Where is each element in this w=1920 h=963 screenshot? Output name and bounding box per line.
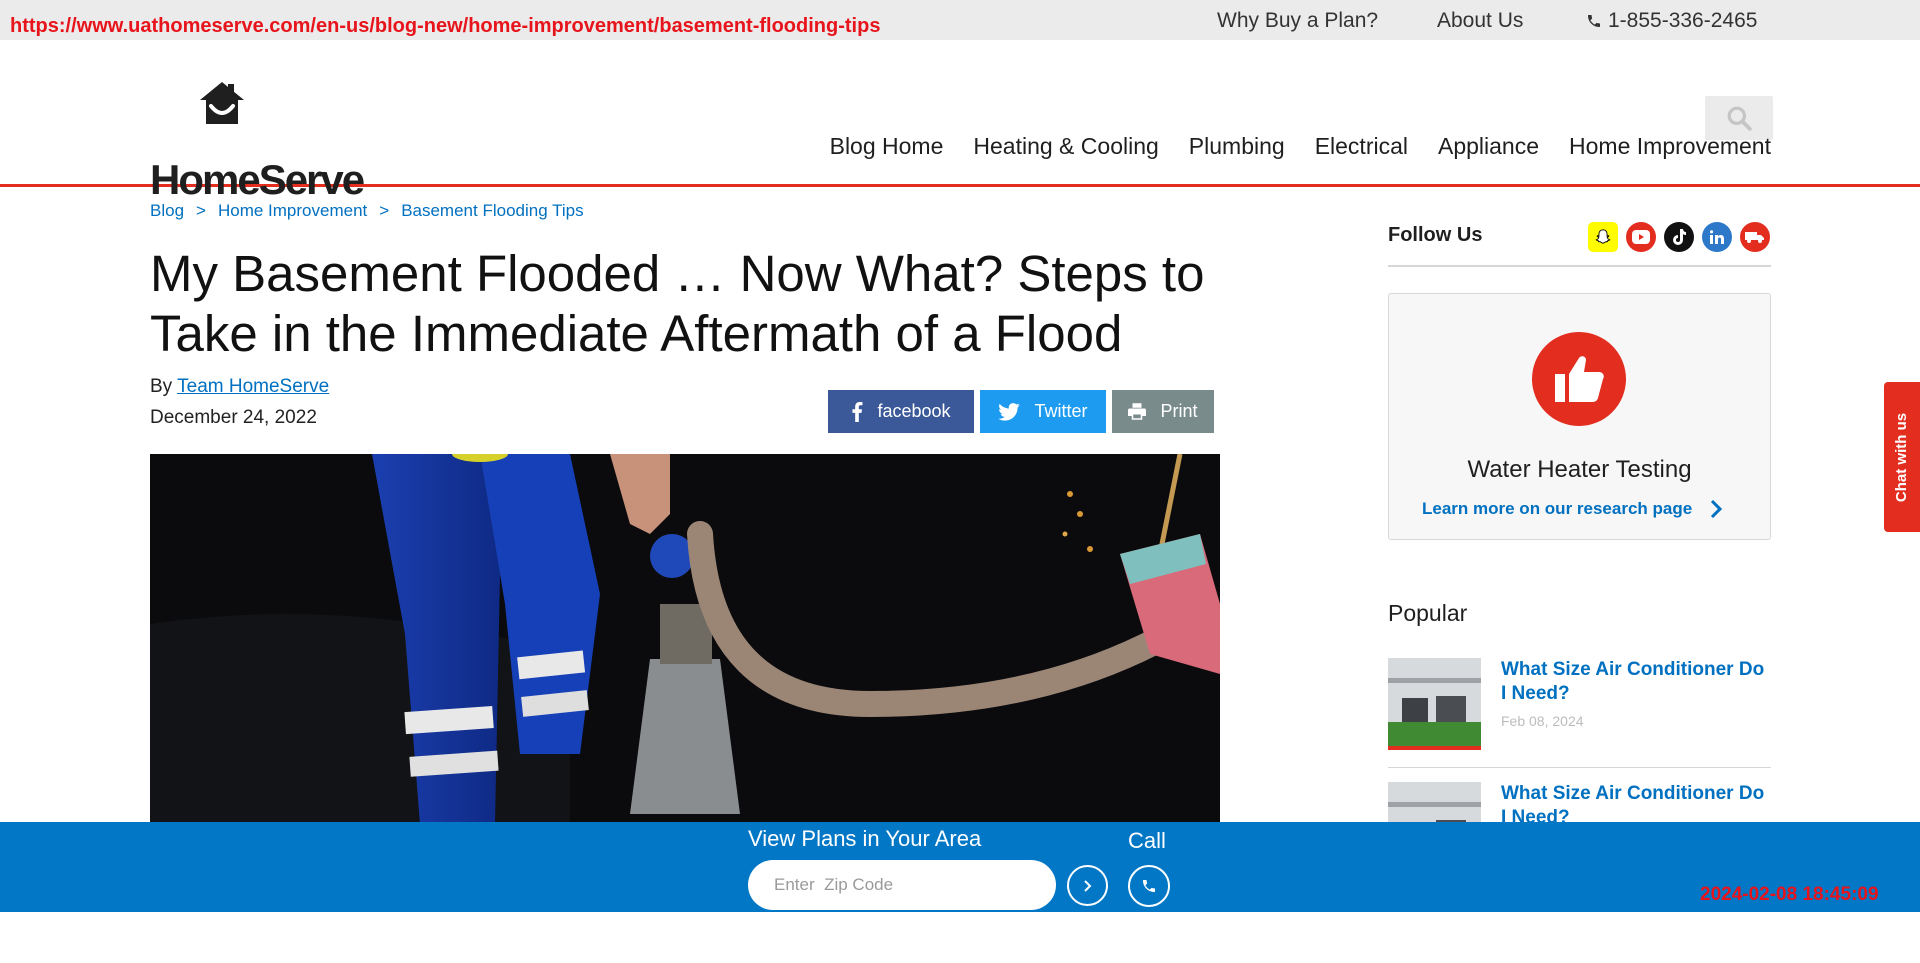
promo-card-water-heater[interactable]: Water Heater Testing Learn more on our r… xyxy=(1388,293,1771,540)
author-link[interactable]: Team HomeServe xyxy=(177,376,329,397)
twitter-icon xyxy=(998,402,1021,421)
twitter-share-button[interactable]: Twitter xyxy=(980,390,1106,433)
phone-icon xyxy=(1143,880,1155,892)
breadcrumb-separator: > xyxy=(379,201,390,220)
breadcrumb-home-improvement[interactable]: Home Improvement xyxy=(218,201,367,221)
call-button[interactable] xyxy=(1128,865,1170,907)
chat-with-us-tab[interactable]: Chat with us xyxy=(1884,382,1920,532)
article-title: My Basement Flooded … Now What? Steps to… xyxy=(150,245,1205,362)
tiktok-icon[interactable] xyxy=(1664,222,1694,252)
phone-number: 1-855-336-2465 xyxy=(1608,9,1758,32)
why-buy-link[interactable]: Why Buy a Plan? xyxy=(1217,9,1378,33)
nav-blog-home[interactable]: Blog Home xyxy=(830,133,944,160)
popular-item[interactable]: What Size Air Conditioner Do I Need? Feb… xyxy=(1388,658,1771,768)
nav-appliance[interactable]: Appliance xyxy=(1438,133,1539,160)
chevron-right-icon xyxy=(1710,499,1723,519)
research-page-link[interactable]: Learn more on our research page xyxy=(1422,499,1692,519)
zip-code-input[interactable] xyxy=(748,860,1056,910)
popular-heading: Popular xyxy=(1388,600,1468,626)
follow-us-bar: Follow Us xyxy=(1388,222,1771,267)
logo-text: HomeServe xyxy=(150,156,365,203)
popular-item-title: What Size Air Conditioner Do I Need? xyxy=(1501,659,1765,704)
utility-bar: https://www.uathomeserve.com/en-us/blog-… xyxy=(0,0,1920,40)
house-logo-icon xyxy=(200,82,244,124)
chevron-right-icon xyxy=(1083,879,1091,892)
popular-item[interactable]: What Size Air Conditioner Do I Need? xyxy=(1388,782,1771,822)
follow-us-label: Follow Us xyxy=(1388,224,1483,246)
facebook-label: facebook xyxy=(877,401,951,421)
nav-electrical[interactable]: Electrical xyxy=(1315,133,1408,160)
byline-prefix: By xyxy=(150,376,173,397)
popular-item-title: What Size Air Conditioner Do I Need? xyxy=(1501,783,1765,822)
byline: By Team HomeServe xyxy=(150,376,329,398)
youtube-icon[interactable] xyxy=(1626,222,1656,252)
phone-link[interactable]: 1-855-336-2465 xyxy=(1586,9,1757,33)
about-us-link[interactable]: About Us xyxy=(1437,9,1523,33)
nav-heating-cooling[interactable]: Heating & Cooling xyxy=(973,133,1158,160)
zip-submit-button[interactable] xyxy=(1067,865,1108,906)
article-date: December 24, 2022 xyxy=(150,407,317,428)
nav-home-improvement[interactable]: Home Improvement xyxy=(1569,133,1771,160)
thumbs-up-icon xyxy=(1532,332,1626,426)
print-button[interactable]: Print xyxy=(1112,390,1214,433)
search-icon xyxy=(1727,106,1752,131)
hero-image-basement-pump xyxy=(150,454,1220,824)
breadcrumb: Blog > Home Improvement > Basement Flood… xyxy=(150,201,584,221)
promo-title: Water Heater Testing xyxy=(1467,456,1692,483)
linkedin-icon[interactable] xyxy=(1702,222,1732,252)
truck-icon[interactable] xyxy=(1740,222,1770,252)
breadcrumb-separator: > xyxy=(196,201,206,220)
url-stamp: https://www.uathomeserve.com/en-us/blog-… xyxy=(10,15,881,37)
phone-icon xyxy=(1588,15,1600,27)
main-nav: Blog Home Heating & Cooling Plumbing Ele… xyxy=(830,133,1771,160)
chat-tab-label: Chat with us xyxy=(1893,412,1911,502)
view-plans-label: View Plans in Your Area xyxy=(748,826,982,851)
printer-icon xyxy=(1128,403,1147,420)
facebook-share-button[interactable]: facebook xyxy=(828,390,974,433)
popular-item-date: Feb 08, 2024 xyxy=(1501,713,1584,729)
site-header: HomeServe Blog Home Heating & Cooling Pl… xyxy=(0,40,1920,203)
homeserve-logo[interactable]: HomeServe xyxy=(150,80,365,203)
snapchat-icon[interactable] xyxy=(1588,222,1618,252)
ac-units-thumbnail xyxy=(1388,658,1481,750)
breadcrumb-basement-flooding[interactable]: Basement Flooding Tips xyxy=(401,201,583,221)
call-label: Call xyxy=(1128,828,1166,853)
nav-plumbing[interactable]: Plumbing xyxy=(1189,133,1285,160)
facebook-icon xyxy=(852,401,863,422)
capture-timestamp: 2024-02-08 18:45:09 xyxy=(1700,884,1879,905)
breadcrumb-blog[interactable]: Blog xyxy=(150,201,184,221)
plans-sticky-bar: View Plans in Your Area Call xyxy=(0,822,1920,912)
print-label: Print xyxy=(1160,401,1198,421)
ac-units-thumbnail xyxy=(1388,782,1481,822)
twitter-label: Twitter xyxy=(1034,401,1088,421)
